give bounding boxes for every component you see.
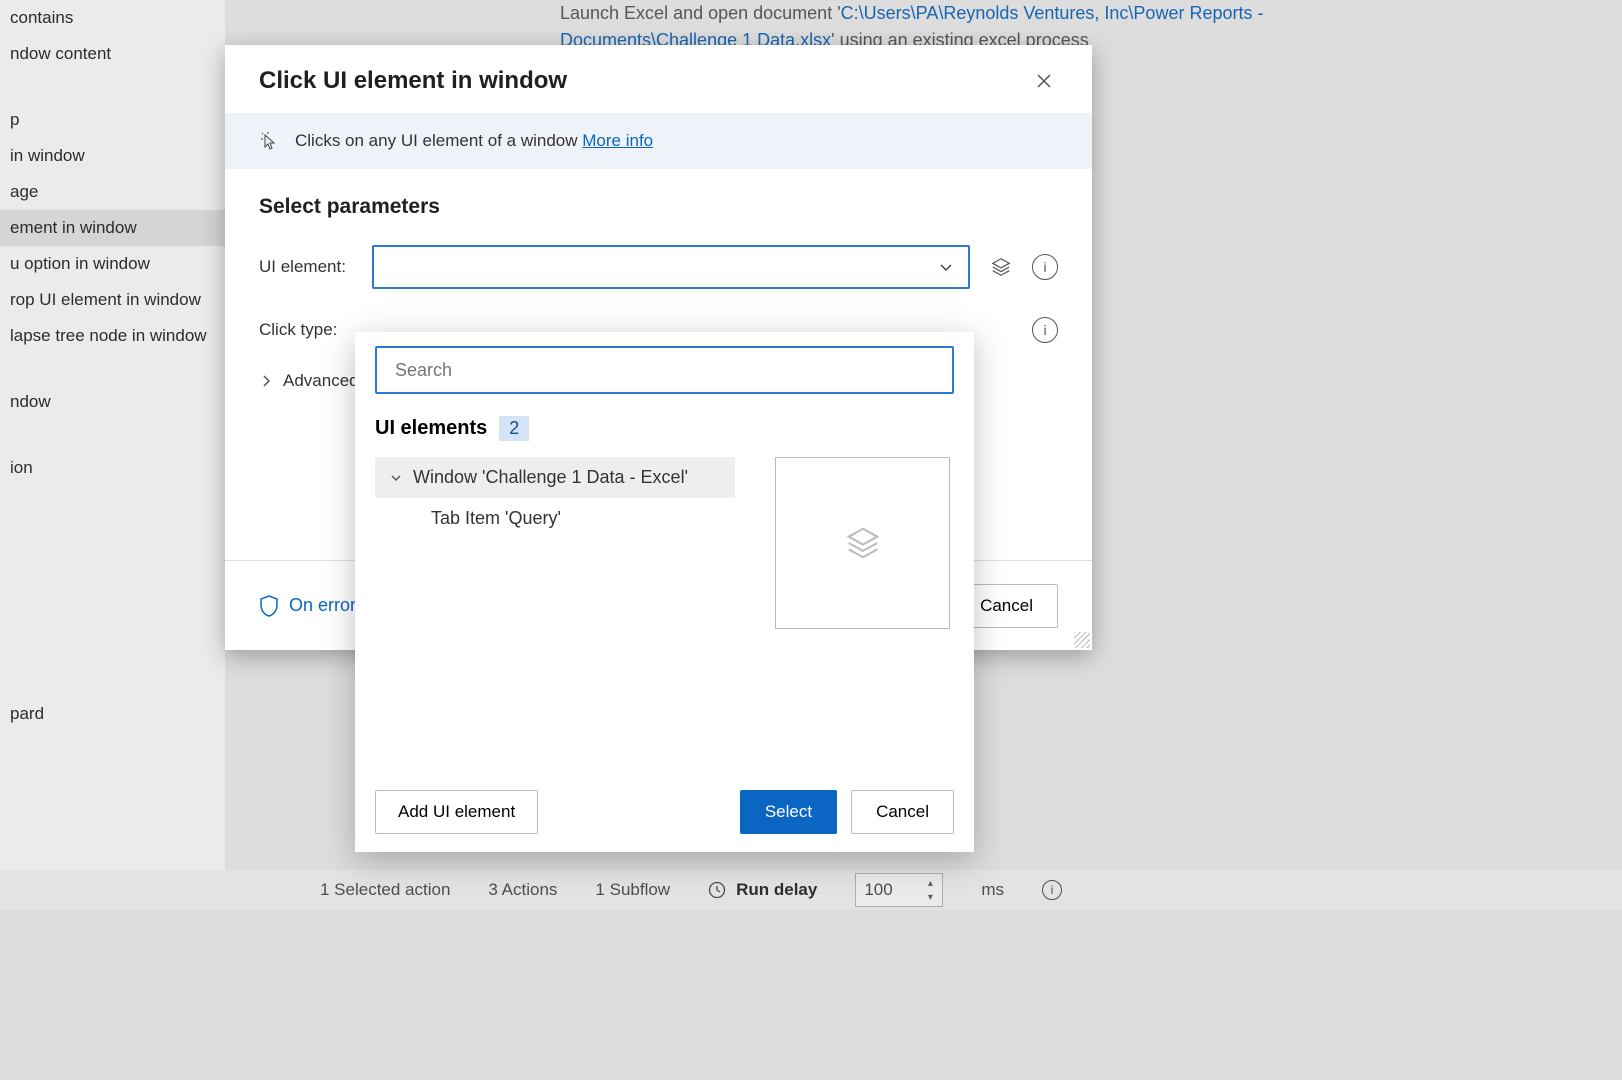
dialog-title: Click UI element in window [259,67,567,95]
chevron-up-icon[interactable]: ▴ [920,876,940,890]
sidebar-item[interactable]: ndow [0,384,225,420]
run-delay-input[interactable]: 100 ▴ ▾ [855,873,943,907]
layers-icon[interactable] [988,254,1014,280]
preview-box [775,457,950,629]
search-input[interactable] [395,360,934,381]
sidebar-item[interactable]: pard [0,696,225,732]
flow-step-prefix: Launch Excel and open document ' [560,3,841,23]
info-icon[interactable]: i [1032,317,1058,343]
chevron-down-icon[interactable]: ▾ [920,890,940,904]
status-actions: 3 Actions [488,880,557,900]
sidebar-item[interactable]: lapse tree node in window [0,318,225,354]
actions-sidebar: contains ndow content p in window age em… [0,0,225,900]
sidebar-item[interactable]: u option in window [0,246,225,282]
clock-icon [708,881,726,899]
chevron-down-icon [389,471,403,485]
shield-icon [259,595,279,617]
status-bar: 1 Selected action 3 Actions 1 Subflow Ru… [0,870,1622,910]
sidebar-item[interactable]: in window [0,138,225,174]
sidebar-item[interactable]: age [0,174,225,210]
tree-child-label: Tab Item 'Query' [431,508,561,529]
click-type-label: Click type: [259,320,354,340]
info-icon[interactable]: i [1032,254,1058,280]
tree-child-item[interactable]: Tab Item 'Query' [375,498,735,539]
tree-parent-window[interactable]: Window 'Challenge 1 Data - Excel' [375,457,735,498]
run-delay-label: Run delay [736,880,817,900]
sidebar-item[interactable]: ion [0,450,225,486]
chevron-right-icon [259,374,273,388]
sidebar-item[interactable]: rop UI element in window [0,282,225,318]
close-icon[interactable] [1030,67,1058,95]
sidebar-item-selected[interactable]: ement in window [0,210,225,246]
ui-element-dropdown: UI elements 2 Window 'Challenge 1 Data -… [355,332,974,852]
ui-element-select[interactable] [372,245,970,289]
info-icon[interactable]: i [1042,880,1062,900]
on-error-button[interactable]: On error [259,595,356,617]
on-error-label: On error [289,595,356,616]
resize-grip[interactable] [1074,632,1090,648]
layers-placeholder-icon [844,524,882,562]
info-text: Clicks on any UI element of a window [295,131,578,150]
tree-parent-label: Window 'Challenge 1 Data - Excel' [413,467,688,488]
status-selected: 1 Selected action [320,880,450,900]
info-bar: Clicks on any UI element of a window Mor… [225,113,1092,169]
more-info-link[interactable]: More info [582,131,653,150]
cursor-click-icon [259,131,279,151]
section-title: Select parameters [259,195,1058,219]
status-subflow: 1 Subflow [595,880,670,900]
add-ui-element-button[interactable]: Add UI element [375,790,538,834]
chevron-down-icon [938,259,954,275]
run-delay-value: 100 [864,880,892,900]
ui-element-tree: Window 'Challenge 1 Data - Excel' Tab It… [375,457,735,539]
dropdown-cancel-button[interactable]: Cancel [851,790,954,834]
ms-label: ms [981,880,1004,900]
sidebar-item[interactable]: contains [0,0,225,36]
ui-elements-heading: UI elements [375,417,487,440]
select-button[interactable]: Select [740,790,837,834]
ui-elements-count: 2 [499,416,529,441]
delay-stepper[interactable]: ▴ ▾ [920,876,940,904]
ui-element-label: UI element: [259,257,354,277]
search-box[interactable] [375,346,954,394]
sidebar-item[interactable]: p [0,102,225,138]
sidebar-item[interactable]: ndow content [0,36,225,72]
advanced-label: Advanced [283,371,359,391]
